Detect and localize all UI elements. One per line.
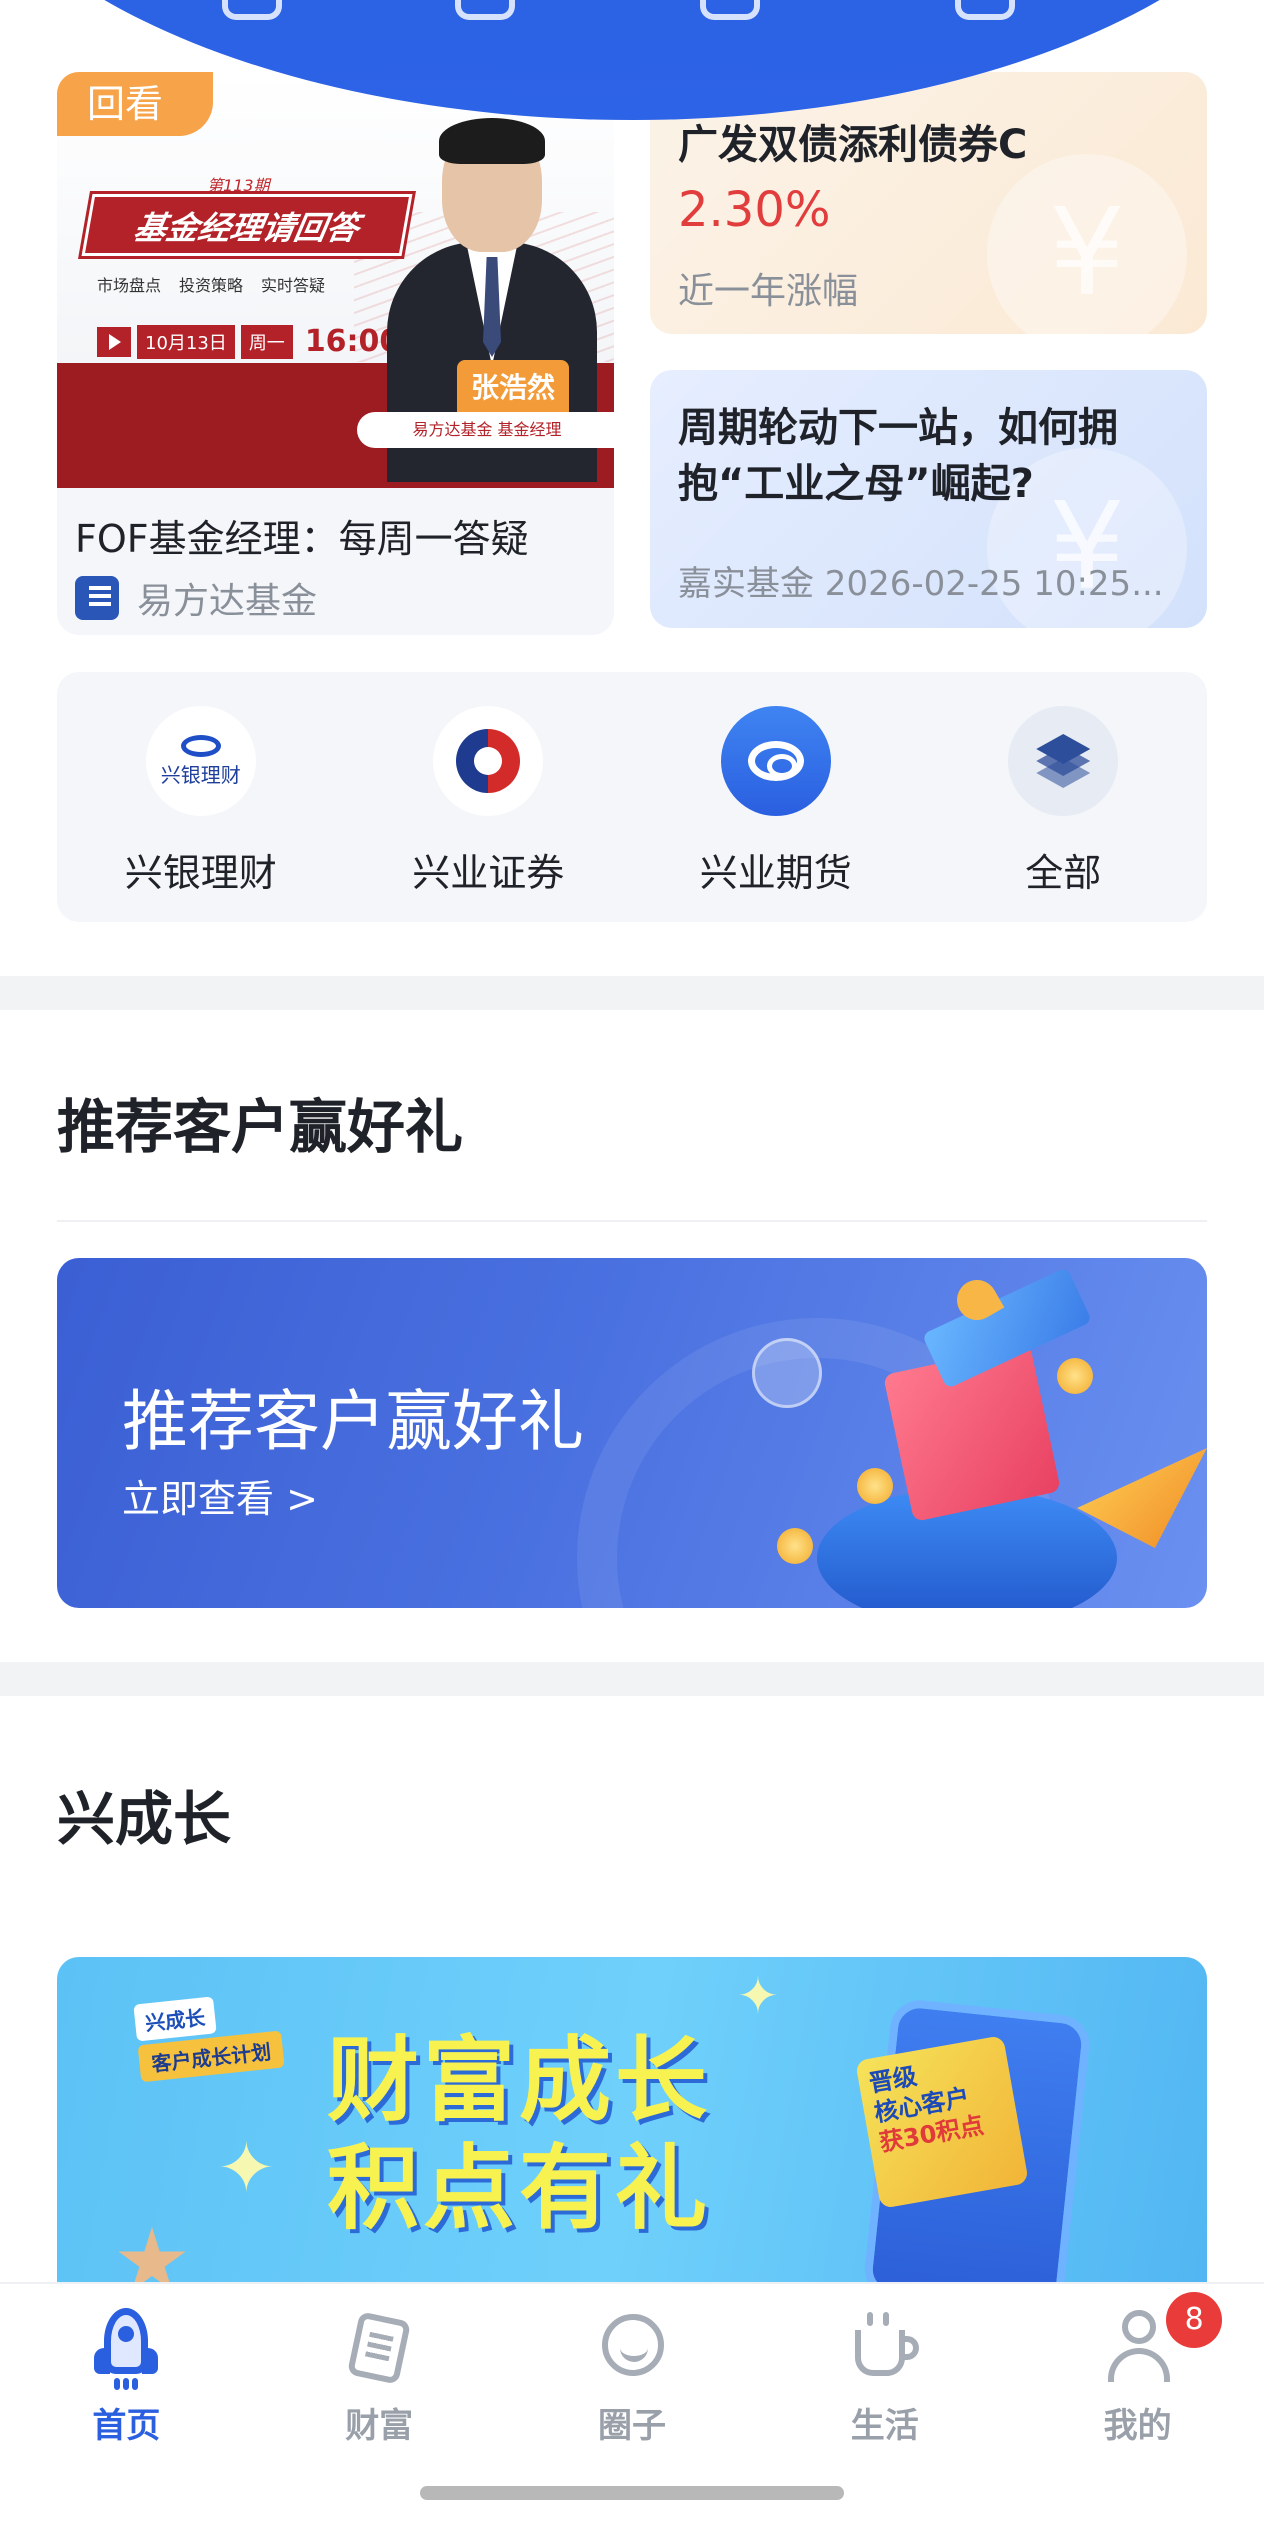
divider xyxy=(57,1220,1207,1222)
source-name: 易方达基金 xyxy=(137,581,318,622)
partner-label: 兴银理财 xyxy=(124,851,277,895)
sparkle-icon: ✦ xyxy=(737,1967,779,2025)
notification-badge: 8 xyxy=(1166,2292,1223,2348)
section-separator xyxy=(0,976,1264,1010)
cup-icon xyxy=(845,2308,925,2388)
growth-badge-top: 兴成长 xyxy=(133,1996,217,2042)
poster-title: 基金经理请回答 xyxy=(81,194,413,256)
layers-icon xyxy=(1008,706,1119,816)
fund-name: 广发双债添利债券C xyxy=(678,122,1028,168)
fund-return: 2.30% xyxy=(678,182,831,238)
video-title: FOF基金经理：每周一答疑 xyxy=(75,517,529,561)
poster-schedule: 10月13日 周一 16:00 xyxy=(97,324,400,359)
coin-icon xyxy=(857,1468,893,1504)
home-indicator[interactable] xyxy=(420,2486,844,2500)
xingyin-logo-icon: 兴银理财 xyxy=(145,706,256,816)
article-meta: 嘉实基金 2026-02-25 10:25... xyxy=(678,564,1164,604)
poster-tag: 市场盘点 xyxy=(97,276,162,295)
shortcut-icon[interactable] xyxy=(955,0,1015,20)
tab-life[interactable]: 生活 xyxy=(758,2284,1011,2454)
growth-section-title: 兴成长 xyxy=(57,1785,232,1853)
partner-strip: 兴银理财 兴银理财 兴业证券 兴业期货 全部 xyxy=(57,672,1207,922)
growth-title-line1: 财富成长 xyxy=(327,2027,712,2134)
fund-return-label: 近一年涨幅 xyxy=(678,271,859,312)
shortcut-icon[interactable] xyxy=(455,0,515,20)
poster-date: 10月13日 xyxy=(137,324,235,359)
upgrade-card: 晋级 核心客户 获30积点 xyxy=(855,2035,1029,2209)
tab-label: 生活 xyxy=(850,2406,919,2446)
poster-tag: 投资策略 xyxy=(179,276,244,295)
partner-all[interactable]: 全部 xyxy=(920,672,1208,922)
poster-tags: 市场盘点 投资策略 实时答疑 xyxy=(97,272,325,296)
xingyin-logo-text: 兴银理财 xyxy=(160,762,241,787)
article-card[interactable]: ¥ 周期轮动下一站，如何拥抱“工业之母”崛起? 嘉实基金 2026-02-25 … xyxy=(650,370,1207,628)
video-source: 易方达基金 xyxy=(75,572,317,624)
partner-label: 兴业期货 xyxy=(699,851,852,895)
star-icon xyxy=(118,2227,186,2287)
presenter-name: 张浩然 xyxy=(457,360,570,412)
banner-title: 推荐客户赢好礼 xyxy=(122,1383,584,1460)
chat-icon xyxy=(592,2308,672,2388)
play-icon xyxy=(97,326,131,357)
tab-wealth[interactable]: 财富 xyxy=(253,2284,506,2454)
tab-mine[interactable]: 我的 8 xyxy=(1011,2284,1264,2454)
tab-label: 首页 xyxy=(92,2406,161,2446)
tab-label: 我的 xyxy=(1103,2406,1172,2446)
poster-tag: 实时答疑 xyxy=(261,276,326,295)
tab-home[interactable]: 首页 xyxy=(0,2284,253,2454)
growth-title: 财富成长 积点有礼 xyxy=(327,2027,711,2243)
xingye-futures-logo-icon xyxy=(720,706,831,816)
tab-circle[interactable]: 圈子 xyxy=(506,2284,759,2454)
shortcut-icon[interactable] xyxy=(222,0,282,20)
growth-title-line2: 积点有礼 xyxy=(327,2135,712,2242)
partner-label: 兴业证券 xyxy=(412,851,565,895)
xingye-securities-logo-icon xyxy=(433,706,544,816)
partner-label: 全部 xyxy=(1025,851,1102,895)
gift-bubble-icon xyxy=(752,1338,822,1408)
sparkle-icon: ✦ xyxy=(217,2127,276,2209)
yen-icon: ¥ xyxy=(987,154,1187,334)
poster-footer: 易方达基金 基金经理 xyxy=(357,412,614,448)
header-shortcuts xyxy=(0,0,1264,30)
banner-cta[interactable]: 立即查看 > xyxy=(122,1468,318,1523)
growth-banner[interactable]: 兴成长 客户成长计划 财富成长 积点有礼 ✦ ✦ 晋级 核心客户 获30积点 xyxy=(57,1957,1207,2287)
wallet-icon xyxy=(339,2308,419,2388)
partner-xingye-futures[interactable]: 兴业期货 xyxy=(632,672,920,922)
growth-badge: 兴成长 客户成长计划 xyxy=(133,1990,285,2083)
poster-issue: 第113期 xyxy=(207,176,270,195)
referral-section-title: 推荐客户赢好礼 xyxy=(57,1093,464,1161)
replay-badge: 回看 xyxy=(57,72,213,136)
tab-label: 圈子 xyxy=(597,2406,666,2446)
replay-video-card[interactable]: 第113期 基金经理请回答 市场盘点 投资策略 实时答疑 10月13日 周一 1… xyxy=(57,72,614,635)
rocket-icon xyxy=(86,2308,166,2390)
coin-icon xyxy=(777,1528,813,1564)
poster-weekday: 周一 xyxy=(240,324,293,359)
partner-xingyin-wealth[interactable]: 兴银理财 兴银理财 xyxy=(57,672,345,922)
section-separator xyxy=(0,1662,1264,1696)
tab-label: 财富 xyxy=(345,2406,414,2446)
fund-company-logo-icon xyxy=(75,576,119,620)
article-title: 周期轮动下一站，如何拥抱“工业之母”崛起? xyxy=(678,405,1118,507)
shortcut-icon[interactable] xyxy=(700,0,760,20)
poster-time: 16:00 xyxy=(304,324,401,359)
coin-icon xyxy=(1057,1358,1093,1394)
referral-banner[interactable]: 推荐客户赢好礼 立即查看 > xyxy=(57,1258,1207,1608)
partner-xingye-securities[interactable]: 兴业证券 xyxy=(345,672,633,922)
